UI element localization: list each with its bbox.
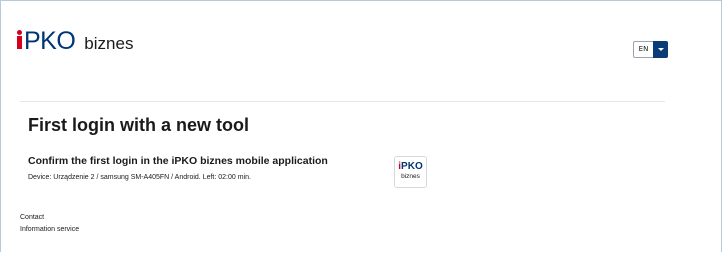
ipko-biznes-logo[interactable]: PKO biznes bbox=[17, 29, 133, 59]
device-info-text: Device: Urządzenie 2 / samsung SM-A405FN… bbox=[28, 174, 251, 181]
app-icon-mark: iPKO bbox=[398, 161, 423, 172]
footer-link-information-service[interactable]: Information service bbox=[20, 224, 79, 236]
caret-down-icon bbox=[657, 48, 664, 51]
language-dropdown-button[interactable] bbox=[653, 41, 668, 58]
page-frame: PKO biznes EN First login with a new too… bbox=[0, 0, 722, 252]
header-divider bbox=[20, 101, 665, 102]
logo-mark-text: PKO bbox=[24, 27, 76, 55]
page-title: First login with a new tool bbox=[28, 115, 249, 135]
language-select[interactable]: EN bbox=[633, 41, 668, 58]
footer-links: Contact Information service bbox=[20, 212, 79, 236]
app-icon-label: biznes bbox=[401, 173, 420, 180]
footer-link-contact[interactable]: Contact bbox=[20, 212, 79, 224]
logo-suffix: biznes bbox=[84, 34, 134, 53]
ipko-biznes-app-icon: iPKO biznes bbox=[394, 156, 427, 188]
confirm-login-heading: Confirm the first login in the iPKO bizn… bbox=[28, 155, 328, 167]
language-select-value[interactable]: EN bbox=[633, 41, 653, 58]
logo-mark: PKO bbox=[17, 27, 76, 55]
